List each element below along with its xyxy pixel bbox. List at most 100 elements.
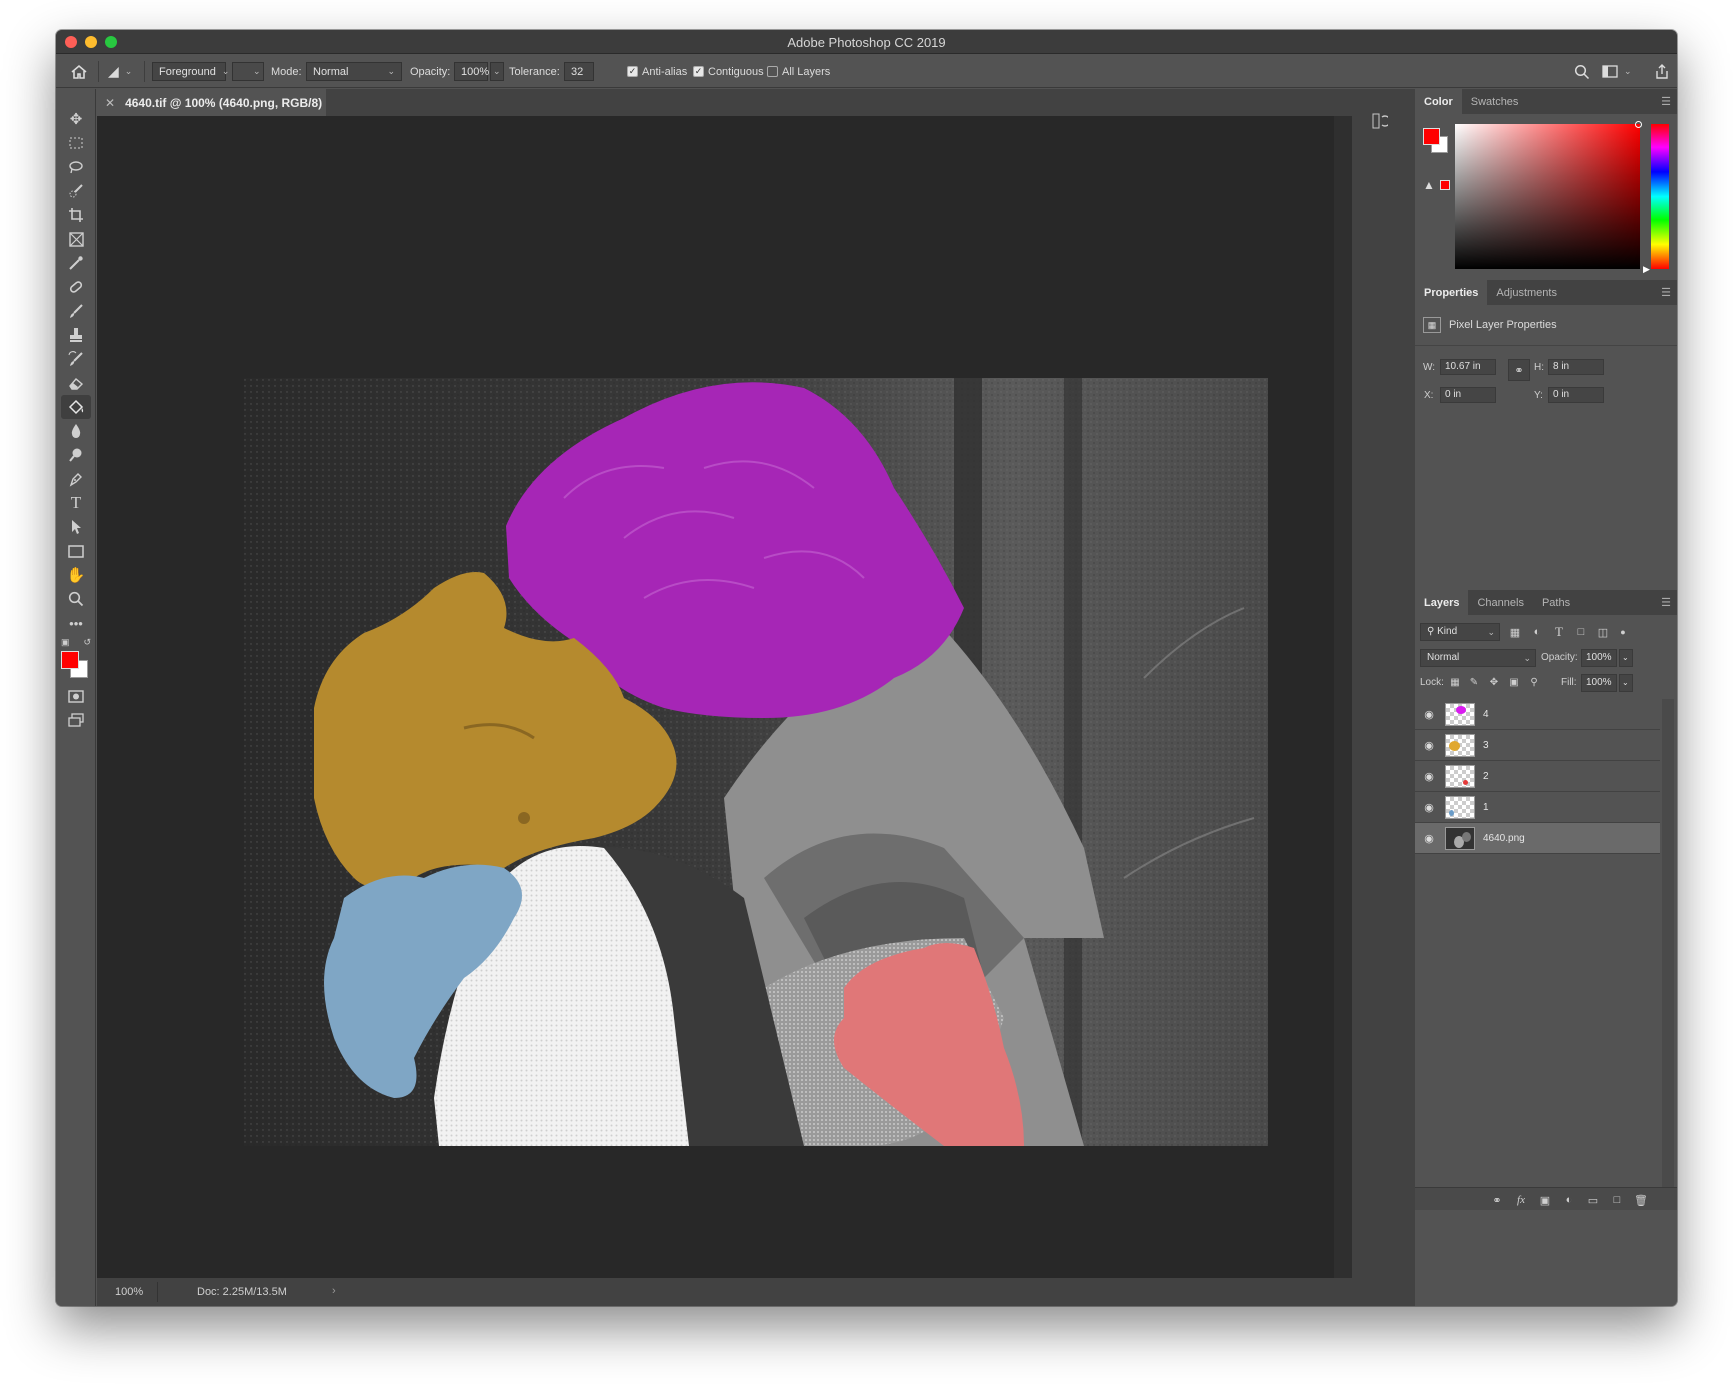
gamut-color-swatch[interactable] [1440, 180, 1450, 190]
layer-row-3[interactable]: ◉ 3 [1415, 730, 1660, 761]
tab-properties[interactable]: Properties [1415, 280, 1488, 305]
swap-colors-icon[interactable]: ↺ [83, 637, 91, 648]
opacity-slider-toggle[interactable]: ⌄ [490, 62, 504, 81]
more-icon[interactable]: ••• [61, 611, 91, 635]
foreground-color-swatch[interactable] [61, 651, 79, 669]
fill-slider-toggle[interactable]: ⌄ [1619, 674, 1633, 692]
close-tab-icon[interactable]: ✕ [105, 96, 115, 110]
type-icon[interactable]: T [61, 491, 91, 515]
screen-mode-icon[interactable] [61, 708, 91, 732]
visibility-eye-icon[interactable]: ◉ [1415, 708, 1443, 721]
lock-transparent-icon[interactable]: ▦ [1448, 675, 1462, 689]
document-canvas[interactable] [244, 378, 1268, 1146]
visibility-eye-icon[interactable]: ◉ [1415, 801, 1443, 814]
tool-preset-picker[interactable]: ◢ ⌄ [108, 55, 132, 88]
brush-icon[interactable] [61, 299, 91, 323]
workspace-icon[interactable]: ⌄ [1602, 55, 1632, 88]
y-input[interactable]: 0 in [1548, 387, 1604, 403]
canvas-pasteboard[interactable] [97, 116, 1334, 1278]
dodge-icon[interactable] [61, 443, 91, 467]
layers-scrollbar[interactable] [1662, 699, 1674, 1189]
height-input[interactable]: 8 in [1548, 359, 1604, 375]
filter-shape-icon[interactable]: □ [1573, 624, 1589, 640]
canvas-vertical-scrollbar[interactable] [1334, 116, 1352, 1278]
visibility-eye-icon[interactable]: ◉ [1415, 770, 1443, 783]
layer-row-1[interactable]: ◉ 1 [1415, 792, 1660, 823]
healing-icon[interactable] [61, 275, 91, 299]
eraser-icon[interactable] [61, 371, 91, 395]
path-select-icon[interactable] [61, 515, 91, 539]
hand-icon[interactable]: ✋ [61, 563, 91, 587]
fill-source-dropdown[interactable]: Foreground ⌄ [152, 62, 229, 81]
blur-icon[interactable] [61, 419, 91, 443]
move-icon[interactable]: ✥ [61, 107, 91, 131]
visibility-eye-icon[interactable]: ◉ [1415, 739, 1443, 752]
adjustment-layer-icon[interactable]: ◐ [1561, 1192, 1577, 1208]
new-group-icon[interactable]: ▭ [1585, 1192, 1601, 1208]
tab-adjustments[interactable]: Adjustments [1487, 280, 1566, 305]
width-input[interactable]: 10.67 in [1440, 359, 1496, 375]
color-field[interactable] [1455, 124, 1640, 269]
filter-type-icon[interactable]: T [1551, 624, 1567, 640]
lock-image-icon[interactable]: ✎ [1467, 675, 1481, 689]
document-tab[interactable]: ✕ 4640.tif @ 100% (4640.png, RGB/8) [97, 89, 326, 116]
history-icon[interactable] [1368, 109, 1392, 133]
x-input[interactable]: 0 in [1440, 387, 1496, 403]
hue-slider[interactable] [1651, 124, 1669, 269]
layer-opacity-slider-toggle[interactable]: ⌄ [1619, 649, 1633, 667]
layer-row-4640png[interactable]: ◉ 4640.png [1415, 823, 1660, 854]
layer-style-icon[interactable]: fx [1513, 1192, 1529, 1208]
mode-dropdown[interactable]: Normal ⌄ [306, 62, 402, 81]
new-layer-icon[interactable]: □ [1609, 1192, 1625, 1208]
paint-bucket-icon[interactable] [61, 395, 91, 419]
panel-menu-icon[interactable]: ☰ [1661, 286, 1671, 299]
hue-slider-handle-icon[interactable]: ▶ [1643, 264, 1650, 275]
filter-smart-object-icon[interactable]: ◫ [1595, 624, 1611, 640]
crop-icon[interactable] [61, 203, 91, 227]
status-menu-arrow-icon[interactable]: › [332, 1285, 336, 1297]
filter-adjustment-icon[interactable]: ◐ [1529, 624, 1545, 640]
panel-menu-icon[interactable]: ☰ [1661, 95, 1671, 108]
color-panel-foreground-swatch[interactable] [1423, 128, 1440, 145]
lock-all-icon[interactable]: ⚲ [1527, 675, 1541, 689]
opacity-input[interactable]: 100% [454, 62, 489, 81]
color-picker-marker[interactable] [1635, 121, 1642, 128]
tab-swatches[interactable]: Swatches [1462, 89, 1528, 114]
quick-select-icon[interactable] [61, 179, 91, 203]
zoom-level[interactable]: 100% [115, 1286, 143, 1298]
layer-row-4[interactable]: ◉ 4 [1415, 699, 1660, 730]
search-icon[interactable] [1574, 55, 1590, 88]
stamp-icon[interactable] [61, 323, 91, 347]
doc-size[interactable]: Doc: 2.25M/13.5M [197, 1286, 287, 1298]
lock-artboard-icon[interactable]: ▣ [1507, 675, 1521, 689]
filter-kind-dropdown[interactable]: ⚲ Kind ⌄ [1420, 623, 1500, 641]
lock-position-icon[interactable]: ✥ [1487, 675, 1501, 689]
default-colors-icon[interactable]: ▣ ↺ [61, 635, 91, 649]
anti-alias-checkbox[interactable]: ✓ Anti-alias [627, 55, 687, 88]
quick-mask-icon[interactable] [61, 684, 91, 708]
gamut-warning-icon[interactable]: ▲ [1423, 178, 1435, 192]
link-layers-icon[interactable]: ⚭ [1489, 1192, 1505, 1208]
pattern-picker[interactable]: ⌄ [232, 62, 264, 81]
blend-mode-dropdown[interactable]: Normal ⌄ [1420, 649, 1536, 667]
lasso-icon[interactable] [61, 155, 91, 179]
share-icon[interactable] [1654, 55, 1670, 88]
visibility-eye-icon[interactable]: ◉ [1415, 832, 1443, 845]
layer-opacity-input[interactable]: 100% [1581, 649, 1617, 667]
tolerance-input[interactable]: 32 [564, 62, 594, 81]
filter-toggle-icon[interactable]: ● [1615, 624, 1631, 640]
filter-pixel-icon[interactable]: ▦ [1507, 624, 1523, 640]
frame-icon[interactable] [61, 227, 91, 251]
rectangle-icon[interactable] [61, 539, 91, 563]
home-icon[interactable] [70, 55, 88, 88]
zoom-icon[interactable] [61, 587, 91, 611]
history-brush-icon[interactable] [61, 347, 91, 371]
layer-row-2[interactable]: ◉ 2 [1415, 761, 1660, 792]
fill-input[interactable]: 100% [1581, 674, 1617, 692]
all-layers-checkbox[interactable]: All Layers [767, 55, 830, 88]
contiguous-checkbox[interactable]: ✓ Contiguous [693, 55, 764, 88]
pen-icon[interactable] [61, 467, 91, 491]
link-dimensions-icon[interactable]: ⚭ [1508, 359, 1530, 381]
tab-color[interactable]: Color [1415, 89, 1462, 114]
marquee-icon[interactable] [61, 131, 91, 155]
